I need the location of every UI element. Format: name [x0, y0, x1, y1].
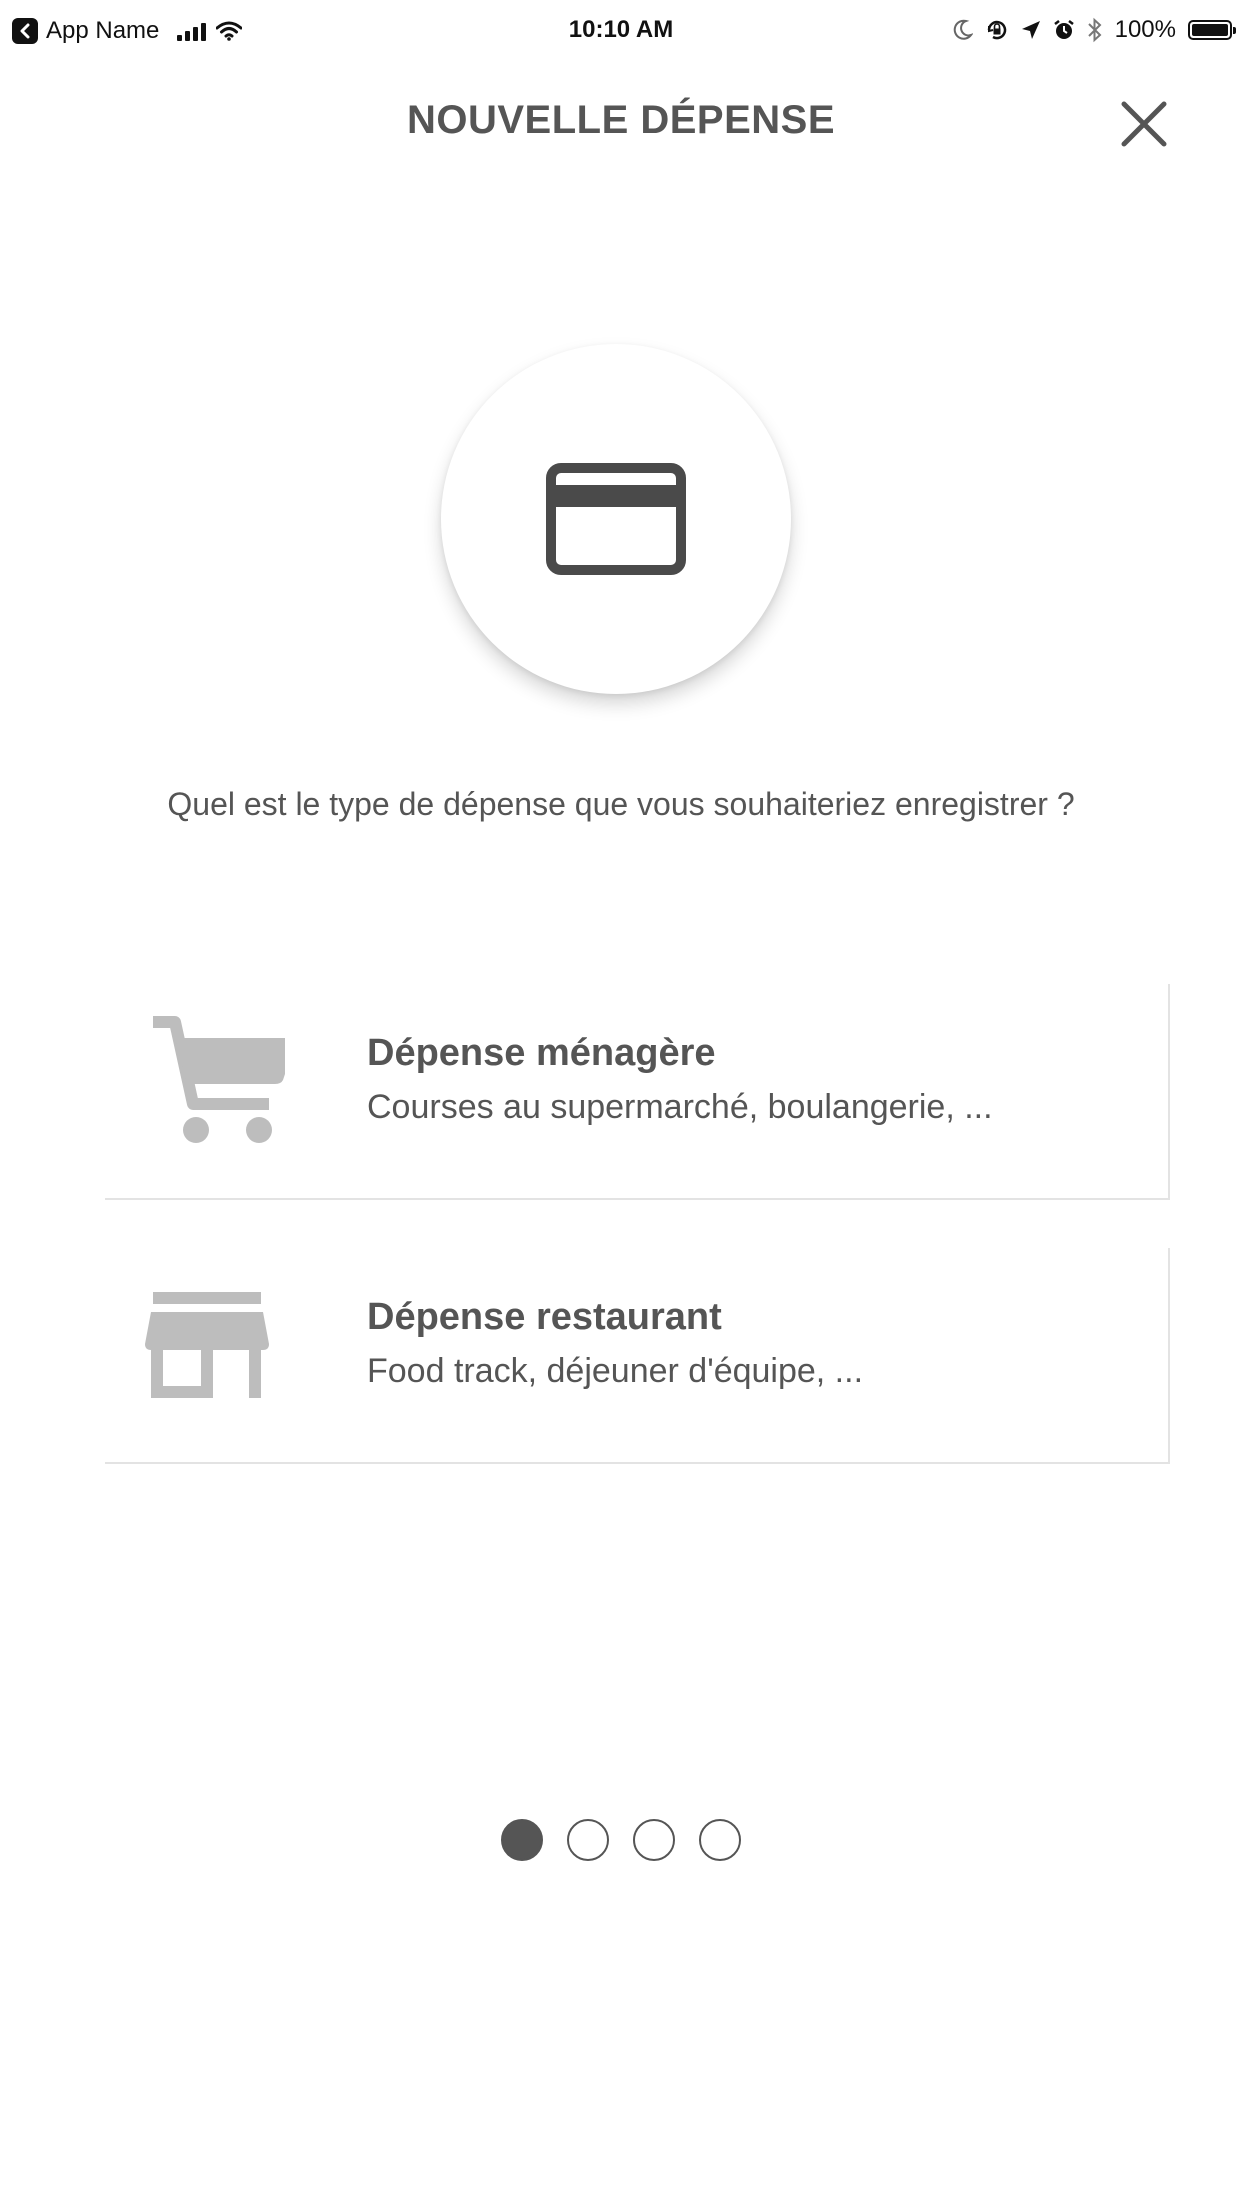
battery-percent: 100%	[1114, 16, 1176, 43]
status-bar-right: 100%	[953, 14, 1236, 46]
shopping-cart-icon	[153, 1016, 285, 1143]
page-dot-2[interactable]	[567, 1819, 609, 1861]
expense-type-hero	[441, 344, 791, 694]
option-description: Courses au supermarché, boulangerie, ...	[367, 1088, 993, 1126]
option-label: Dépense restaurant	[367, 1296, 722, 1338]
status-bar: App Name 10:10 AM 100%	[0, 0, 1242, 60]
moon-icon	[953, 19, 973, 40]
alarm-icon	[1053, 20, 1074, 39]
battery-icon	[1188, 20, 1236, 40]
page-title: NOUVELLE DÉPENSE	[406, 98, 836, 142]
bluetooth-icon	[1087, 17, 1102, 43]
option-description: Food track, déjeuner d'équipe, ...	[367, 1352, 864, 1390]
page-indicator	[0, 1819, 1242, 1861]
location-arrow-icon	[1021, 21, 1040, 39]
page-dot-3[interactable]	[633, 1819, 675, 1861]
option-label: Dépense ménagère	[367, 1032, 716, 1074]
option-household-expense[interactable]: Dépense ménagère Courses au supermarché,…	[105, 984, 1170, 1200]
close-icon[interactable]	[1118, 98, 1170, 150]
option-restaurant-expense[interactable]: Dépense restaurant Food track, déjeuner …	[105, 1248, 1170, 1464]
page-dot-1[interactable]	[501, 1819, 543, 1861]
credit-card-icon	[546, 463, 686, 575]
close-button[interactable]	[1118, 98, 1170, 150]
store-icon	[145, 1292, 269, 1398]
rotation-lock-icon	[987, 20, 1006, 40]
page-dot-4[interactable]	[699, 1819, 741, 1861]
question-text: Quel est le type de dépense que vous sou…	[167, 786, 1075, 822]
